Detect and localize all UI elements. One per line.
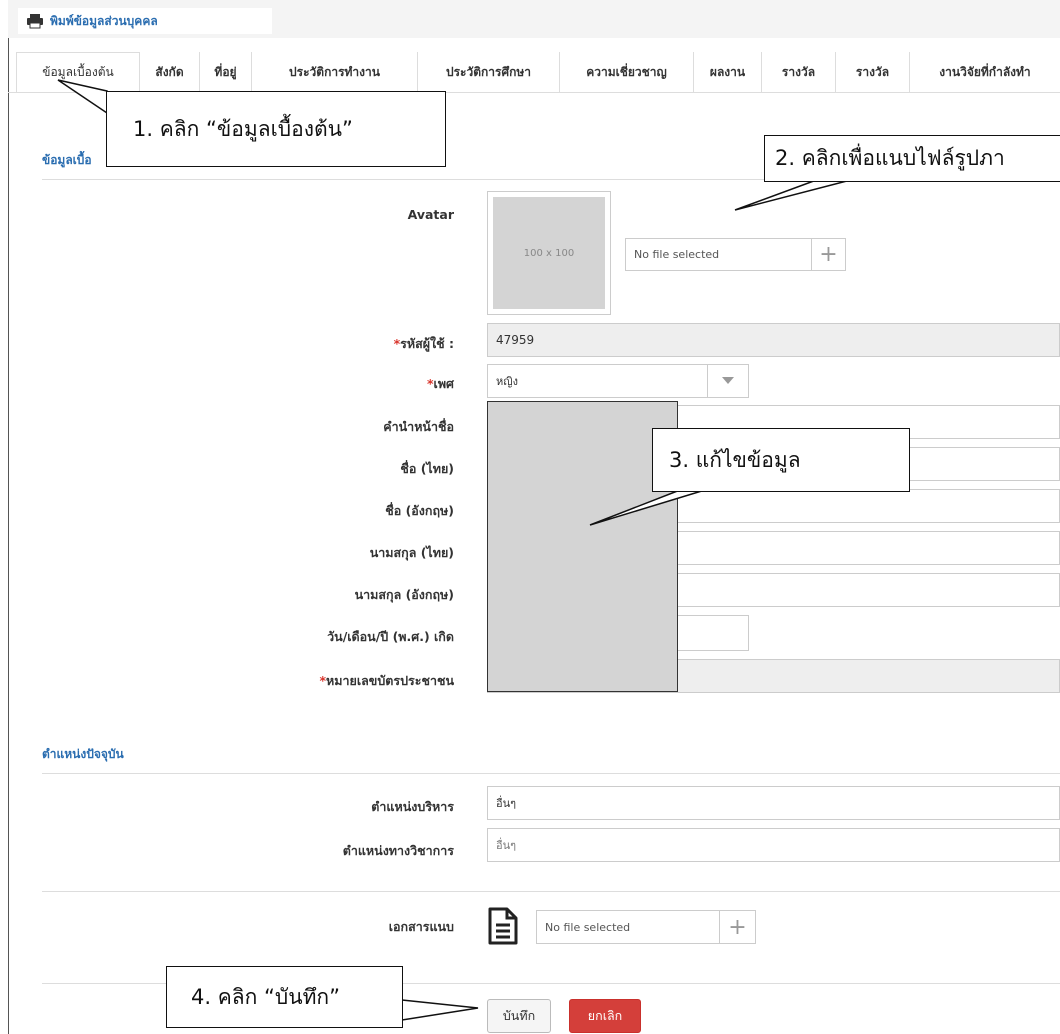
attachment-label: เอกสารแนบ [388,919,454,934]
callout-step-4: 4. คลิก “บันทึก” [166,966,403,1028]
user-id-field: 47959 [487,323,1060,357]
first-name-th-label: ชื่อ (ไทย) [400,461,454,476]
dob-label: วัน/เดือน/ปี (พ.ศ.) เกิด [327,629,454,644]
printer-icon [27,14,43,29]
plus-icon: + [819,242,838,267]
tab-ongoing-research[interactable]: งานวิจัยที่กำลังทำ [910,52,1060,92]
section-divider [42,891,1060,892]
tab-works[interactable]: ผลงาน [694,52,762,92]
last-name-en-label: นามสกุล (อังกฤษ) [354,587,454,602]
print-profile-label: พิมพ์ข้อมูลส่วนบุคคล [50,13,158,28]
prefix-label: คำนำหน้าชื่อ [383,419,454,434]
callout-step-2: 2. คลิกเพื่อแนบไฟล์รูปภา [764,135,1060,182]
top-bar: พิมพ์ข้อมูลส่วนบุคคล [8,0,1060,38]
gender-label: *เพศ [427,376,454,391]
callout-step-1: 1. คลิก “ข้อมูลเบื้องต้น” [106,91,446,167]
gender-value: หญิง [496,375,518,388]
tab-affiliation[interactable]: สังกัด [140,52,200,92]
section-title-basic: ข้อมูลเบื้อ [42,153,92,167]
section-divider [42,773,1060,774]
tab-work-history[interactable]: ประวัติการทำงาน [252,52,418,92]
chevron-down-icon [707,365,748,397]
tab-education[interactable]: ประวัติการศึกษา [418,52,560,92]
gender-select[interactable]: หญิง [487,364,749,398]
avatar-file-input[interactable]: No file selected [625,238,812,271]
callout-step-3: 3. แก้ไขข้อมูล [652,428,910,492]
academic-position-select[interactable]: อื่นๆ [487,828,1060,862]
avatar-placeholder: 100 x 100 [493,197,605,309]
attachment-file-input[interactable]: No file selected [536,910,720,944]
tab-awards-2[interactable]: รางวัล [836,52,910,92]
tab-address[interactable]: ที่อยู่ [200,52,252,92]
last-name-th-label: นามสกุล (ไทย) [369,545,454,560]
tab-expertise[interactable]: ความเชี่ยวชาญ [560,52,694,92]
user-id-label: *รหัสผู้ใช้ : [393,336,454,351]
admin-position-input[interactable]: อื่นๆ [487,786,1060,820]
avatar-upload-button[interactable]: + [811,238,846,271]
tab-awards[interactable]: รางวัล [762,52,836,92]
plus-icon: + [728,914,747,940]
citizen-id-label: *หมายเลขบัตรประชาชน [319,673,454,688]
section-title-position: ตำแหน่งปัจจุบัน [42,747,124,761]
avatar-preview: 100 x 100 [487,191,611,315]
document-icon [488,907,518,945]
redacted-block [487,401,678,692]
save-button[interactable]: บันทึก [487,999,551,1033]
print-profile-link[interactable]: พิมพ์ข้อมูลส่วนบุคคล [18,8,272,34]
attachment-upload-button[interactable]: + [719,910,756,944]
cancel-button[interactable]: ยกเลิก [569,999,641,1033]
academic-position-label: ตำแหน่งทางวิชาการ [342,843,454,858]
avatar-label: Avatar [407,207,454,222]
tab-bar: ข้อมูลเบื้องต้น สังกัด ที่อยู่ ประวัติกา… [8,52,1060,93]
tab-basic-info[interactable]: ข้อมูลเบื้องต้น [16,52,140,92]
first-name-en-label: ชื่อ (อังกฤษ) [385,503,454,518]
admin-position-label: ตำแหน่งบริหาร [371,799,454,814]
